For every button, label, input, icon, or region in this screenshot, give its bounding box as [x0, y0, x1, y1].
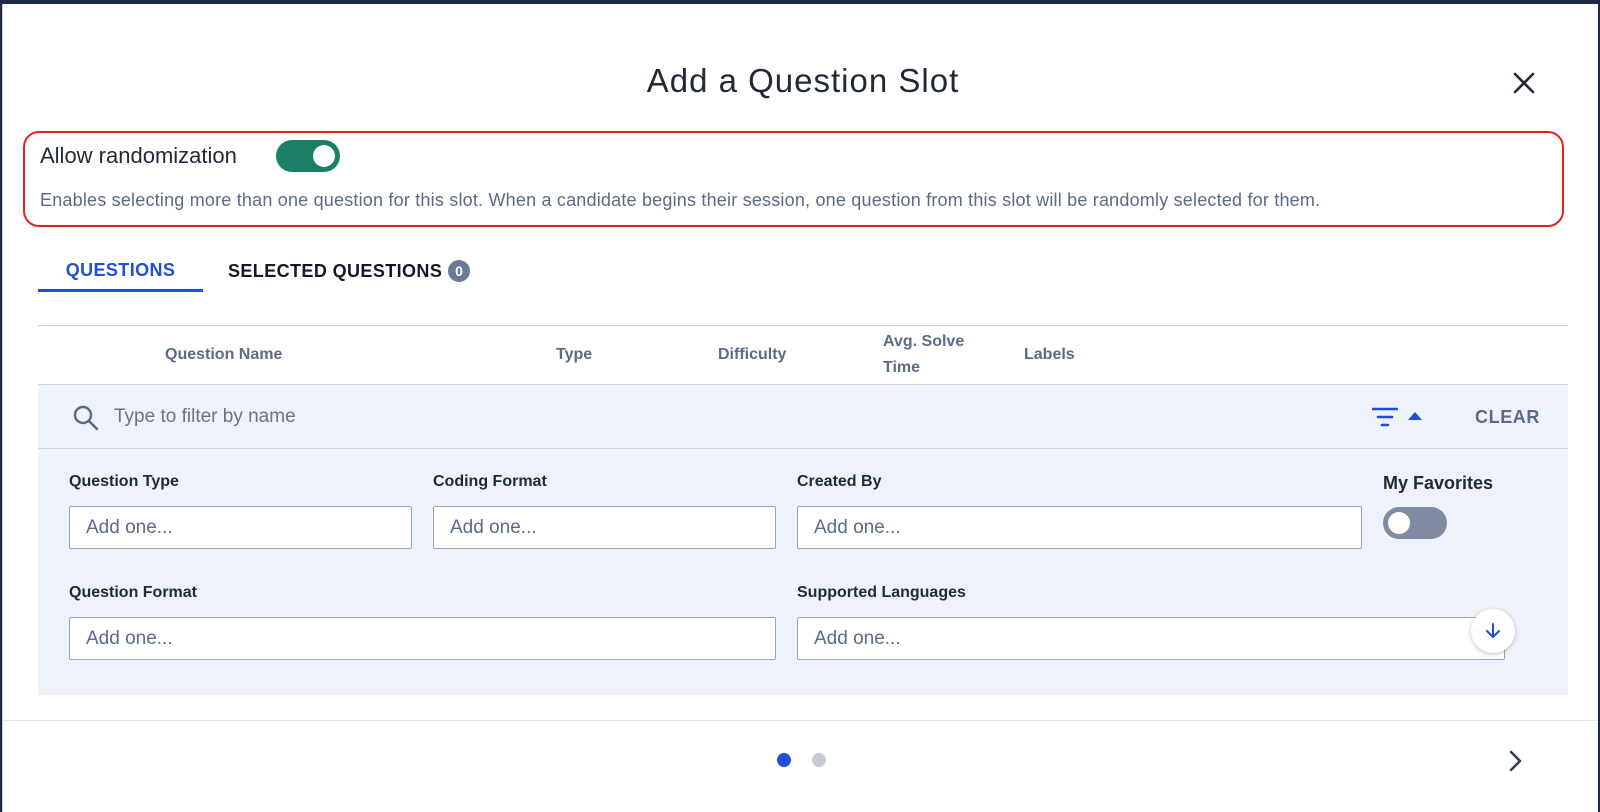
- collapse-filters-caret-icon[interactable]: [1408, 412, 1422, 420]
- supported-languages-input[interactable]: [797, 617, 1505, 660]
- add-question-slot-modal: Add a Question Slot Allow randomization …: [2, 4, 1598, 812]
- arrow-down-icon: [1486, 623, 1500, 638]
- tab-questions[interactable]: QUESTIONS: [38, 256, 203, 292]
- question-format-label: Question Format: [69, 584, 198, 601]
- modal-title: Add a Question Slot: [646, 62, 960, 99]
- page-dot-2[interactable]: [812, 753, 826, 767]
- chevron-right-icon[interactable]: [1503, 749, 1527, 773]
- coding-format-input[interactable]: [433, 506, 776, 549]
- coding-format-label: Coding Format: [433, 473, 547, 490]
- header-labels[interactable]: Labels: [1024, 342, 1075, 368]
- randomization-description: Enables selecting more than one question…: [40, 190, 1321, 210]
- my-favorites-label: My Favorites: [1383, 473, 1494, 493]
- my-favorites-toggle[interactable]: [1383, 507, 1447, 539]
- created-by-input[interactable]: [797, 506, 1362, 549]
- toggle-knob: [1388, 512, 1410, 534]
- randomization-toggle[interactable]: [276, 140, 340, 172]
- randomization-section: Allow randomization Enables selecting mo…: [23, 131, 1564, 227]
- header-difficulty[interactable]: Difficulty: [718, 342, 786, 368]
- modal-footer: [3, 720, 1598, 812]
- filter-icon[interactable]: [1372, 406, 1398, 428]
- tab-selected-questions[interactable]: SELECTED QUESTIONS 0: [228, 256, 471, 282]
- table-header: Question Name Type Difficulty Avg. Solve…: [38, 325, 1568, 385]
- page-dot-1[interactable]: [777, 753, 791, 767]
- tab-questions-label: QUESTIONS: [65, 260, 176, 280]
- filters-panel: Question Type Coding Format Created By M…: [38, 449, 1568, 695]
- questions-table: Question Name Type Difficulty Avg. Solve…: [38, 325, 1568, 695]
- scroll-down-button[interactable]: [1471, 609, 1515, 653]
- tab-selected-label: SELECTED QUESTIONS: [228, 261, 443, 281]
- selected-count-badge: 0: [448, 260, 471, 282]
- created-by-label: Created By: [797, 473, 882, 490]
- header-question-name[interactable]: Question Name: [165, 342, 282, 368]
- question-type-input[interactable]: [69, 506, 412, 549]
- clear-button[interactable]: CLEAR: [1475, 407, 1540, 428]
- question-type-label: Question Type: [69, 473, 179, 490]
- randomization-label: Allow randomization: [40, 143, 237, 168]
- filter-row: CLEAR: [38, 385, 1568, 449]
- header-avg-solve-time-line2: Time: [883, 359, 921, 376]
- supported-languages-label: Supported Languages: [797, 584, 966, 601]
- question-format-input[interactable]: [69, 617, 776, 660]
- close-icon[interactable]: [1511, 70, 1537, 96]
- search-icon: [73, 405, 99, 431]
- header-type[interactable]: Type: [556, 342, 592, 368]
- toggle-knob: [313, 145, 335, 167]
- header-avg-solve-time[interactable]: Avg. Solve Time: [883, 329, 964, 381]
- filter-by-name-input[interactable]: [114, 399, 814, 435]
- header-avg-solve-time-line1: Avg. Solve: [883, 333, 965, 350]
